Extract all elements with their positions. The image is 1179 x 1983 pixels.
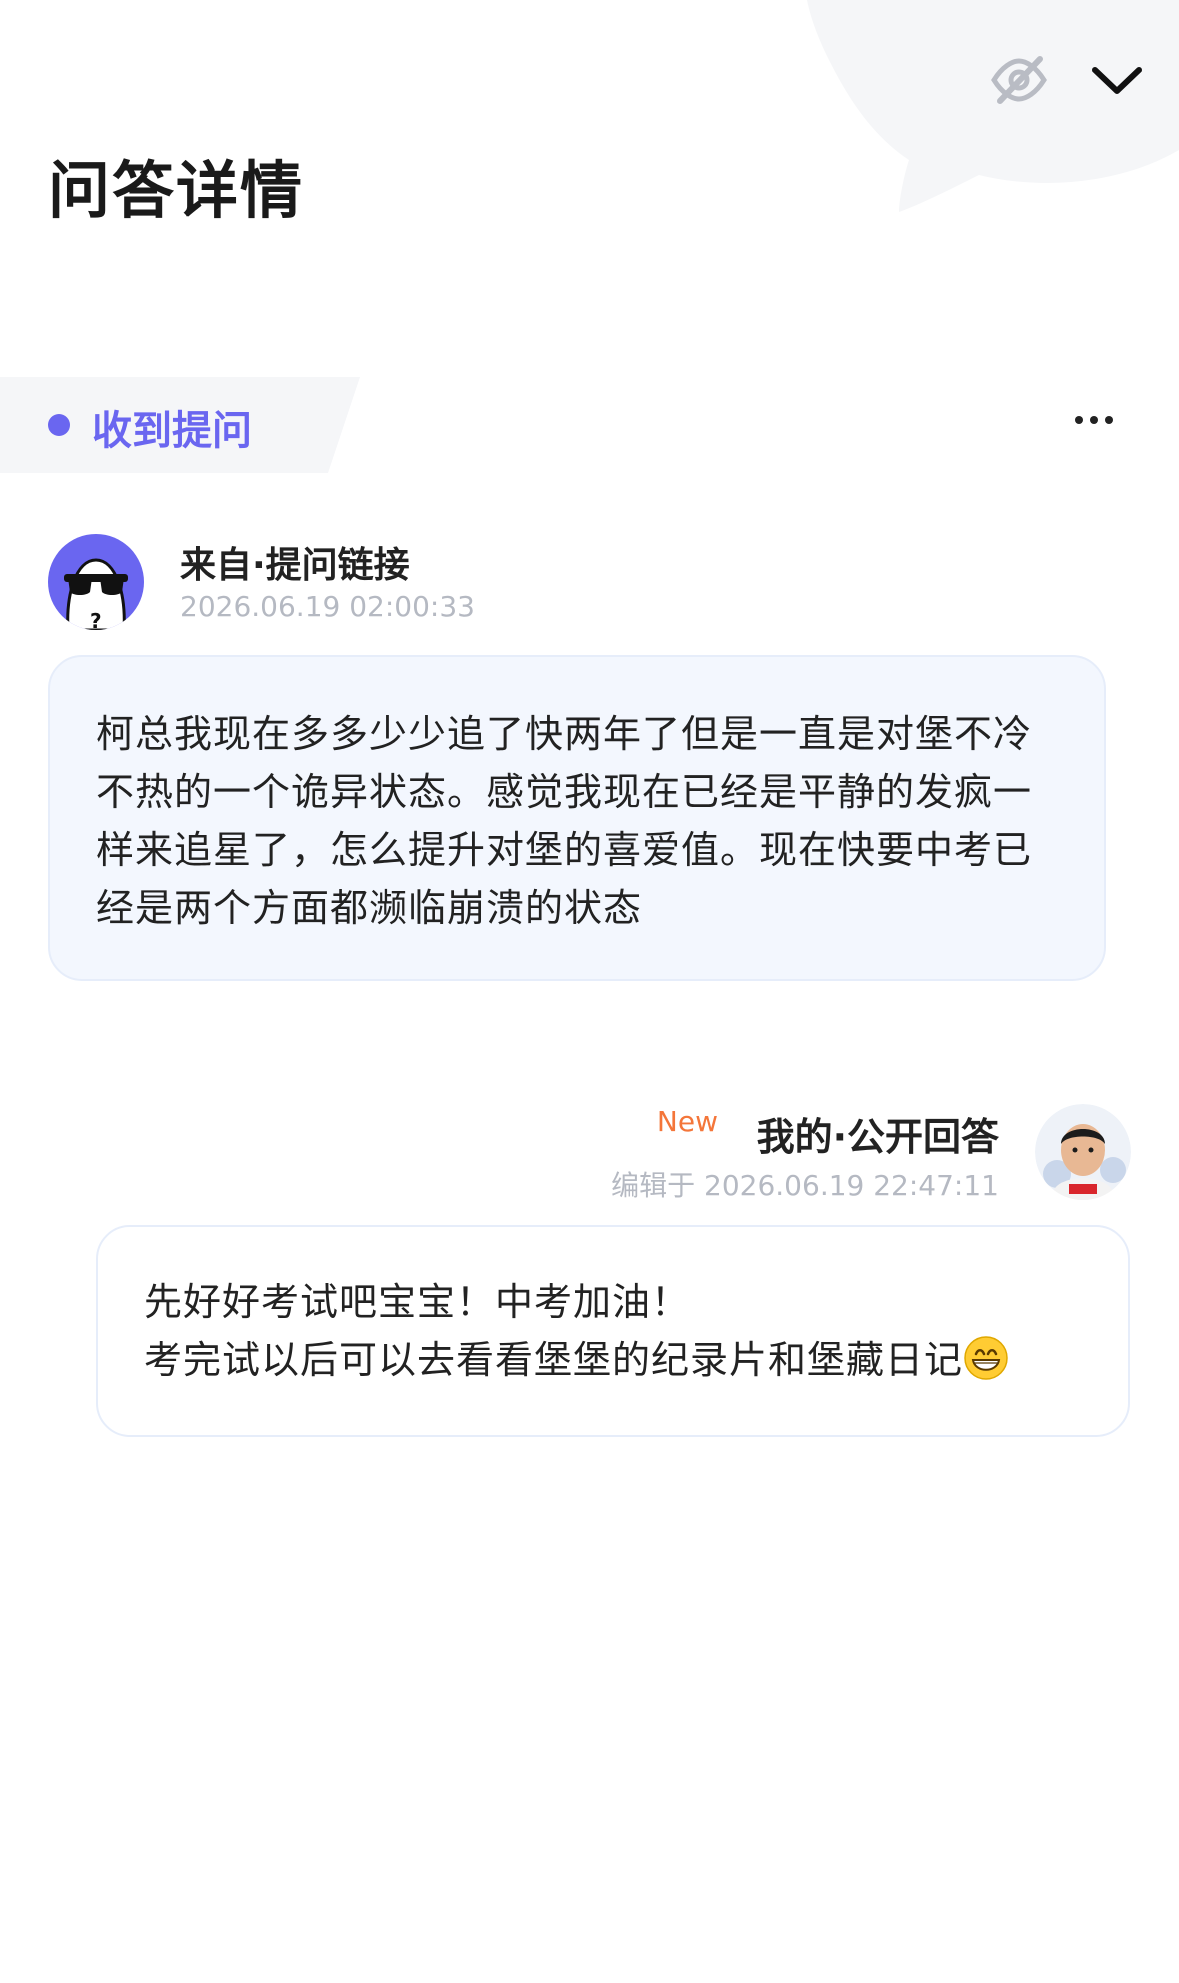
- header-actions: [990, 55, 1144, 105]
- svg-text:?: ?: [90, 609, 102, 630]
- answer-line-2-row: 考完试以后可以去看看堡堡的纪录片和堡藏日记: [144, 1331, 1082, 1389]
- question-time: 2026.06.19 02:00:33: [180, 590, 475, 623]
- chevron-down-icon[interactable]: [1090, 63, 1144, 97]
- anonymous-avatar: ?: [48, 534, 144, 630]
- answer-line-2: 考完试以后可以去看看堡堡的纪录片和堡藏日记: [144, 1338, 964, 1382]
- page-title: 问答详情: [48, 154, 305, 227]
- user-avatar[interactable]: [1035, 1104, 1131, 1200]
- eye-off-icon[interactable]: [990, 55, 1048, 105]
- answer-edit-time: 编辑于 2026.06.19 22:47:11: [611, 1169, 999, 1202]
- answer-title: 我的·公开回答: [756, 1115, 999, 1159]
- section-dot: [48, 414, 70, 436]
- question-bubble: 柯总我现在多多少少追了快两年了但是一直是对堡不冷不热的一个诡异状态。感觉我现在已…: [48, 655, 1106, 981]
- answer-line-1: 先好好考试吧宝宝！中考加油！: [144, 1280, 691, 1324]
- grinning-face-emoji: [964, 1336, 1008, 1380]
- answer-bubble: 先好好考试吧宝宝！中考加油！ 考完试以后可以去看看堡堡的纪录片和堡藏日记: [96, 1225, 1130, 1437]
- section-label: 收到提问: [92, 408, 252, 454]
- question-source: 来自·提问链接: [180, 545, 410, 586]
- question-text: 柯总我现在多多少少追了快两年了但是一直是对堡不冷不热的一个诡异状态。感觉我现在已…: [96, 712, 1033, 930]
- new-badge: New: [656, 1105, 718, 1138]
- more-options-icon[interactable]: [1067, 408, 1121, 432]
- decorative-corner-shape: [807, 0, 1179, 212]
